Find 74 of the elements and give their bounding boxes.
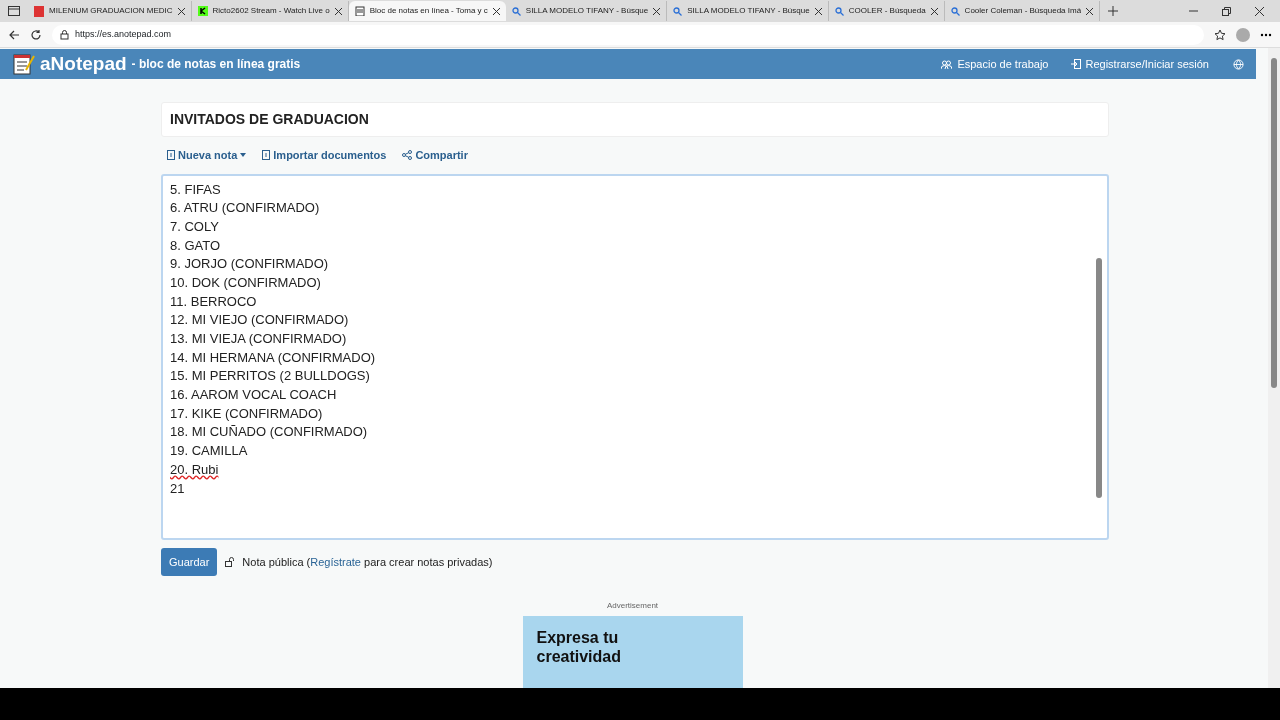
globe-icon[interactable] xyxy=(1233,58,1244,70)
note-line: 14. MI HERMANA (CONFIRMADO) xyxy=(170,349,376,365)
search-icon xyxy=(673,6,683,16)
close-icon[interactable] xyxy=(814,7,822,15)
more-icon[interactable] xyxy=(1260,32,1272,37)
note-line: 8. GATO xyxy=(170,237,221,253)
reload-icon[interactable] xyxy=(30,28,42,41)
close-icon[interactable] xyxy=(653,7,661,15)
browser-tab[interactable]: COOLER - Búsqueda xyxy=(828,1,945,21)
note-line: 5. FIFAS xyxy=(170,181,221,197)
browser-tab[interactable]: Ricto2602 Stream - Watch Live o xyxy=(191,1,349,21)
note-line: 10. DOK (CONFIRMADO) xyxy=(170,274,321,290)
tab-actions-icon[interactable] xyxy=(8,6,20,16)
browser-tab[interactable]: MILENIUM GRADUACION MEDIC xyxy=(28,1,192,21)
note-line: 18. MI CUÑADO (CONFIRMADO) xyxy=(170,424,368,440)
tagline: - bloc de notas en línea gratis xyxy=(131,56,301,73)
page-scrollbar-thumb[interactable] xyxy=(1271,58,1277,388)
search-icon xyxy=(834,6,844,16)
browser-tab[interactable]: Bloc de notas en línea - Toma y c xyxy=(348,1,506,21)
scrollbar-thumb[interactable] xyxy=(1096,257,1102,498)
address-bar[interactable]: https://es.anotepad.com xyxy=(52,24,1204,45)
toolbar-link[interactable]: Nueva nota xyxy=(167,147,247,164)
browser-tab[interactable]: SILLA MODELO TIFANY - Búsque xyxy=(667,1,829,21)
save-button[interactable]: Guardar xyxy=(161,547,218,576)
note-line: 13. MI VIEJA (CONFIRMADO) xyxy=(170,331,347,346)
back-icon[interactable] xyxy=(8,28,20,41)
unlock-icon xyxy=(225,556,235,567)
toolbar-link[interactable]: Compartir xyxy=(402,147,468,164)
note-line: 19. CAMILLA xyxy=(170,443,248,459)
privacy-note: Nota pública (Regístrate para crear notas privadas) xyxy=(242,554,493,570)
close-icon[interactable] xyxy=(1255,6,1264,16)
close-icon[interactable] xyxy=(492,7,500,15)
note-title-field[interactable]: INVITADOS DE GRADUACION xyxy=(161,102,1109,137)
note-line: 6. ATRU (CONFIRMADO) xyxy=(170,200,320,216)
ad-label: Advertisement xyxy=(606,600,659,612)
toolbar-link[interactable]: Importar documentos xyxy=(262,147,387,164)
note-line: 20. Rubi xyxy=(170,461,219,477)
browser-tab[interactable]: Cooler Coleman - Búsqueda Imá xyxy=(944,1,1101,21)
ad-headline: Expresa tu creatividad xyxy=(536,628,622,667)
notepad-icon xyxy=(354,6,365,16)
close-icon[interactable] xyxy=(930,7,938,15)
close-icon[interactable] xyxy=(1086,7,1094,15)
document-icon xyxy=(167,150,175,161)
note-text-area[interactable] xyxy=(161,173,1109,540)
share-icon xyxy=(402,150,413,161)
note-line: 9. JORJO (CONFIRMADO) xyxy=(170,256,329,272)
search-icon xyxy=(950,6,960,16)
close-icon[interactable] xyxy=(334,7,342,15)
header-link[interactable]: Registrarse/Iniciar sesión xyxy=(1070,55,1209,73)
restore-icon[interactable] xyxy=(1222,6,1231,16)
browser-tab[interactable]: SILLA MODELO TIFANY - Búsque xyxy=(505,1,668,21)
new-tab-icon[interactable] xyxy=(1108,6,1119,16)
document-icon xyxy=(262,150,271,161)
sign-in-icon xyxy=(1070,59,1081,69)
close-icon[interactable] xyxy=(177,7,185,15)
note-line: 17. KIKE (CONFIRMADO) xyxy=(170,405,323,421)
search-icon xyxy=(511,6,521,16)
pdf-file-icon xyxy=(34,5,44,17)
star-icon[interactable] xyxy=(1214,28,1226,41)
note-line: 16. AAROM VOCAL COACH xyxy=(170,387,337,403)
register-link[interactable]: Regístrate xyxy=(310,555,361,568)
note-line: 12. MI VIEJO (CONFIRMADO) xyxy=(170,312,349,328)
url-text: https://es.anotepad.com xyxy=(75,27,172,41)
note-line: 11. BERROCO xyxy=(170,293,257,309)
caret-icon xyxy=(240,153,247,158)
note-line: 15. MI PERRITOS (2 BULLDOGS) xyxy=(170,368,370,384)
note-line: 21 xyxy=(170,480,185,496)
notepad-logo-icon xyxy=(12,52,36,76)
header-link[interactable]: Espacio de trabajo xyxy=(941,55,1049,73)
people-icon xyxy=(941,59,953,69)
brand-name[interactable]: aNotepad xyxy=(40,49,127,79)
lock-icon xyxy=(60,29,69,40)
k-logo-icon xyxy=(197,6,208,16)
note-line: 7. COLY xyxy=(170,218,219,234)
